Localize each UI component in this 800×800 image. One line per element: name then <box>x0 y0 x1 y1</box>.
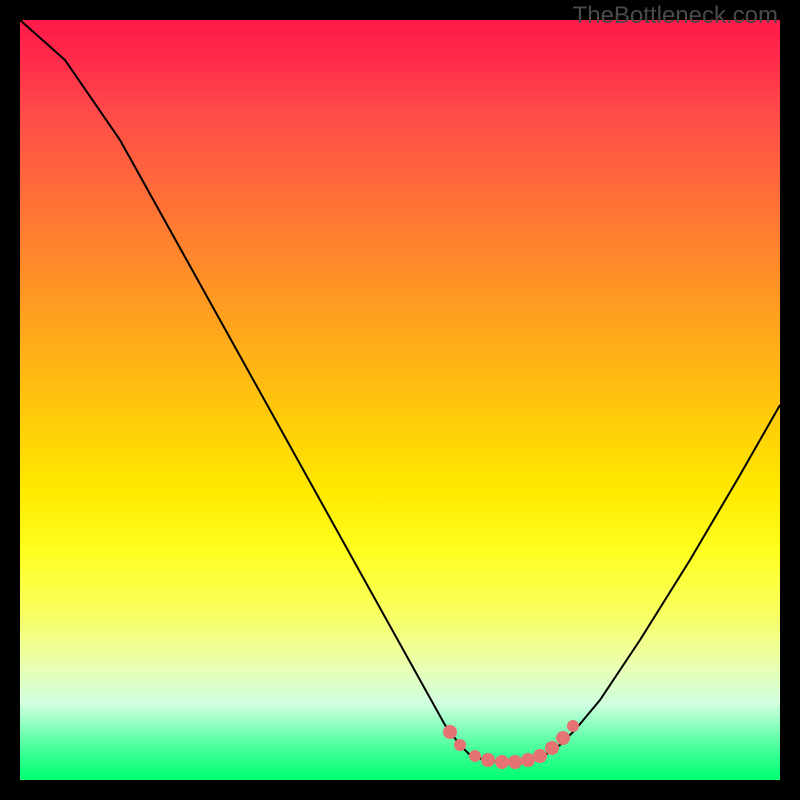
curve-marker <box>533 749 547 763</box>
curve-marker <box>521 753 535 767</box>
curve-markers <box>443 720 579 769</box>
curve-marker <box>454 739 466 751</box>
curve-marker <box>481 753 495 767</box>
chart-plot-area <box>20 20 780 780</box>
bottleneck-curve <box>20 20 780 762</box>
curve-marker <box>567 720 579 732</box>
curve-marker <box>443 725 457 739</box>
curve-marker <box>556 731 570 745</box>
curve-marker <box>469 750 481 762</box>
curve-marker <box>508 755 522 769</box>
chart-svg <box>20 20 780 780</box>
watermark-text: TheBottleneck.com <box>573 2 778 30</box>
curve-marker <box>545 741 559 755</box>
curve-marker <box>495 755 509 769</box>
